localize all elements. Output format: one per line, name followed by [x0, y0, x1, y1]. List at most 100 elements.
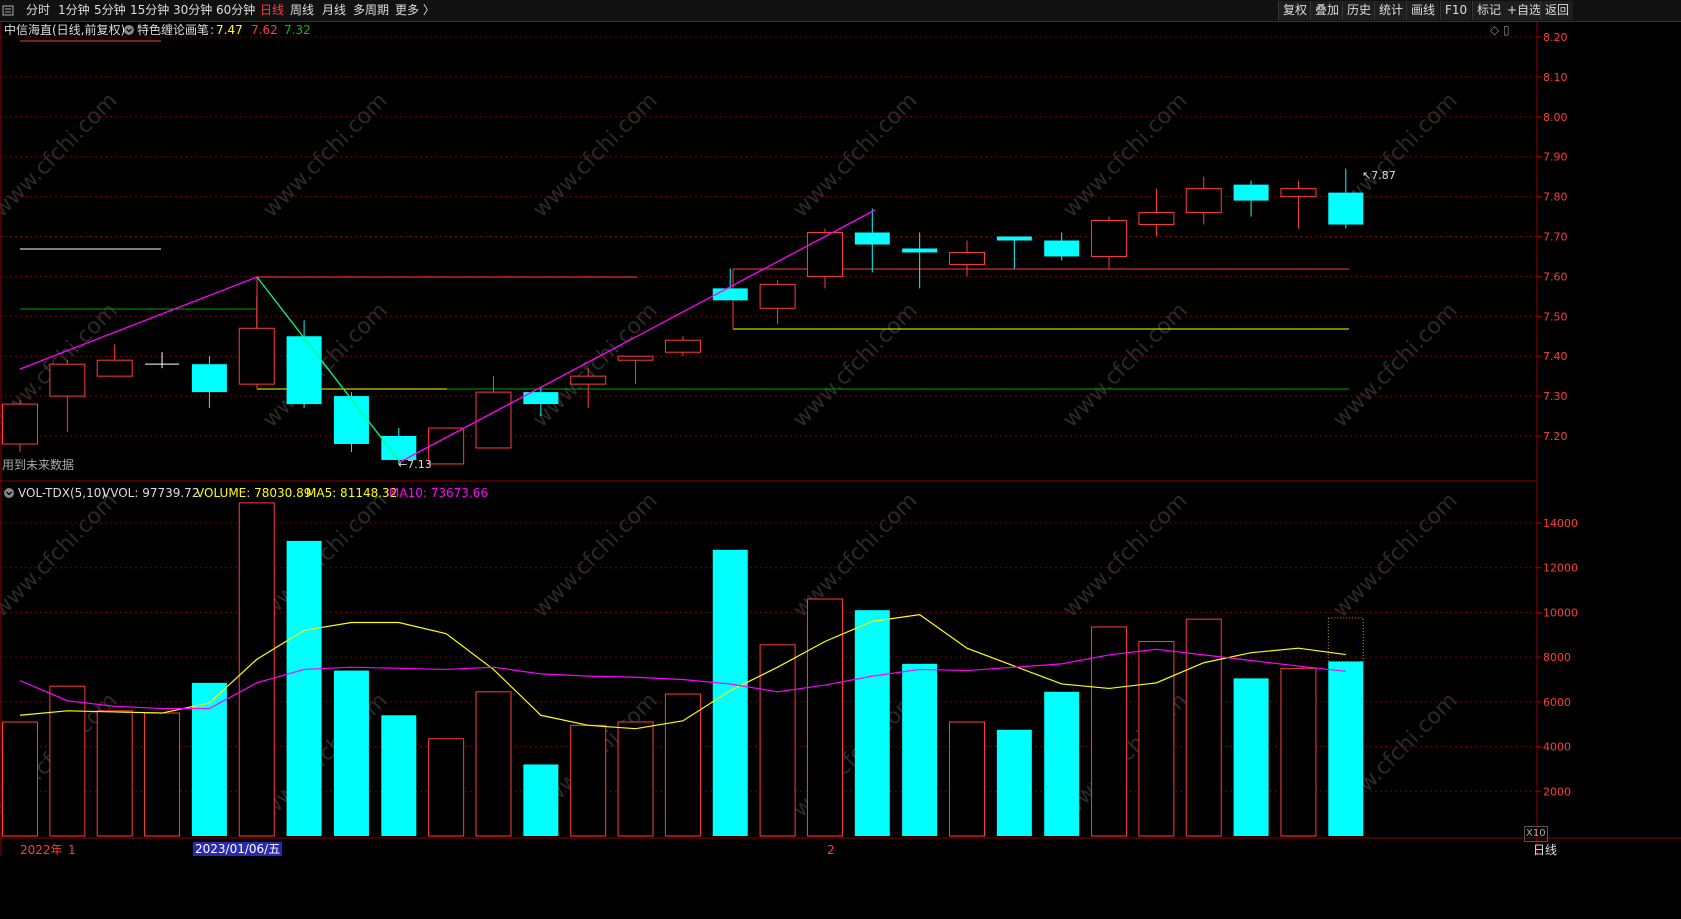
- candle-body: [475, 391, 512, 449]
- candle-body: [806, 232, 843, 277]
- indicator-name: 特色缠论画笔: [137, 23, 210, 37]
- volume-bar: [96, 710, 133, 837]
- volume-axis-label: 10000: [1543, 606, 1578, 619]
- watermark-text: www.cfchi.com: [528, 488, 662, 622]
- watermark-text: www.cfchi.com: [1058, 88, 1192, 222]
- volume-bar: [475, 691, 512, 837]
- candle-body: [1185, 188, 1222, 214]
- volume-bar: [712, 549, 748, 836]
- candle-body: [902, 248, 938, 253]
- indicator-toggle-icon[interactable]: [123, 23, 135, 40]
- candle-body: [428, 427, 465, 465]
- candle-body: [854, 232, 890, 245]
- volume-bar: [49, 685, 86, 837]
- volume-bar: [333, 670, 369, 836]
- watermark-text: www.cfchi.com: [258, 688, 392, 822]
- ma10-value: MA10: 73673.66: [389, 486, 488, 500]
- selected-date-label: 2023/01/06/五: [193, 842, 283, 856]
- candle-body: [1044, 240, 1080, 257]
- volume-axis-label: 14000: [1543, 517, 1578, 530]
- volume-bar: [1328, 661, 1364, 836]
- watermark-text: www.cfchi.com: [528, 88, 662, 222]
- volume-bar: [854, 610, 890, 836]
- price-axis-label: 8.20: [1543, 31, 1568, 44]
- candle-body: [238, 327, 275, 385]
- volume-bar: [1091, 626, 1128, 837]
- period-label: 日线: [1533, 843, 1558, 857]
- price-axis-label: 7.80: [1543, 191, 1568, 204]
- volume-toggle-icon[interactable]: [3, 486, 15, 503]
- volume-bar: [1044, 691, 1080, 836]
- volume-bar: [664, 693, 701, 837]
- indicator-value-1: 7.47: [216, 23, 243, 37]
- indicator-value-3: 7.32: [284, 23, 311, 37]
- volume-bar: [286, 540, 322, 836]
- watermark-text: www.cfchi.com: [1058, 298, 1192, 432]
- low-price-label: ←7.13: [398, 458, 432, 471]
- chan-pen-segment: [19, 276, 258, 370]
- watermark-text: www.cfchi.com: [788, 88, 922, 222]
- price-axis-label: 7.40: [1543, 350, 1568, 363]
- volume-bar: [428, 738, 465, 837]
- ma5-value: MA5: 81148.32: [306, 486, 398, 500]
- axes-layer: 8.20 8.10 8.00 7.90 7.80 7.70 7.60 7.50 7.40 7.30…: [1537, 31, 1578, 798]
- volume-indicator-name: VOL-TDX(5,10): [18, 486, 107, 500]
- volume-bar: [570, 724, 607, 837]
- candle-body: [333, 396, 369, 444]
- candle-body: [1280, 188, 1317, 198]
- high-price-label: ↖7.87: [1362, 169, 1396, 182]
- future-data-note: 用到未来数据: [2, 458, 75, 472]
- price-axis-label: 8.10: [1543, 71, 1568, 84]
- panel-settings-icon[interactable]: ◇ ▯: [1490, 23, 1510, 37]
- price-axis-label: 7.90: [1543, 151, 1568, 164]
- candle-body: [2, 403, 38, 445]
- watermark-text: www.cfchi.com: [528, 298, 662, 432]
- volume-axis-label: 12000: [1543, 562, 1578, 575]
- volume-bar: [617, 721, 654, 837]
- volume-bar: [1138, 640, 1175, 837]
- candle-body: [1091, 220, 1128, 257]
- volume-value: VOLUME: 78030.89: [196, 486, 312, 500]
- watermark-text: www.cfchi.com: [1058, 488, 1192, 622]
- candle-body: [191, 364, 227, 393]
- indicator-sep: :: [210, 23, 215, 37]
- date-axis-month-1: 1: [68, 843, 76, 857]
- kline-chart[interactable]: www.cfchi.com www.cfchi.com www.cfchi.com w…: [0, 0, 1681, 919]
- watermark-text: www.cfchi.com: [258, 88, 392, 222]
- watermark-text: www.cfchi.com: [788, 298, 922, 432]
- volume-bar: [902, 663, 938, 836]
- date-axis-year: 2022年: [20, 843, 63, 857]
- volume-bar: [2, 721, 38, 837]
- candle-body: [286, 336, 322, 405]
- volume-bar: [949, 721, 985, 837]
- volume-axis-label: 2000: [1543, 785, 1571, 798]
- volume-bar: [996, 729, 1032, 836]
- candle-body: [570, 375, 607, 385]
- volume-bar: [1185, 618, 1222, 837]
- volume-bar: [381, 715, 417, 836]
- vvol-value: VVOL: 97739.72: [102, 486, 200, 500]
- candle-body: [1328, 192, 1364, 225]
- volume-estimate-box: [1327, 617, 1364, 663]
- watermark-text: www.cfchi.com: [0, 88, 123, 222]
- volume-bars: [2, 502, 1364, 837]
- volume-axis-label: 8000: [1543, 651, 1571, 664]
- watermark-text: www.cfchi.com: [1328, 488, 1462, 622]
- candle-body: [759, 283, 796, 309]
- candle-body: [996, 236, 1032, 241]
- volume-bar: [144, 712, 181, 837]
- price-axis-label: 7.50: [1543, 310, 1568, 323]
- volume-axis-label: 6000: [1543, 696, 1571, 709]
- volume-bar: [806, 598, 843, 837]
- price-axis-label: 7.60: [1543, 270, 1568, 283]
- watermark-text: www.cfchi.com: [1328, 298, 1462, 432]
- volume-bar: [238, 502, 275, 837]
- price-axis-label: 8.00: [1543, 111, 1568, 124]
- candle-body: [949, 251, 985, 265]
- candle-body: [1233, 184, 1269, 201]
- indicator-value-2: 7.62: [251, 23, 278, 37]
- candle-body: [617, 355, 654, 361]
- volume-axis-label: 4000: [1543, 741, 1571, 754]
- watermark-text: www.cfchi.com: [258, 488, 392, 622]
- price-axis-label: 7.30: [1543, 390, 1568, 403]
